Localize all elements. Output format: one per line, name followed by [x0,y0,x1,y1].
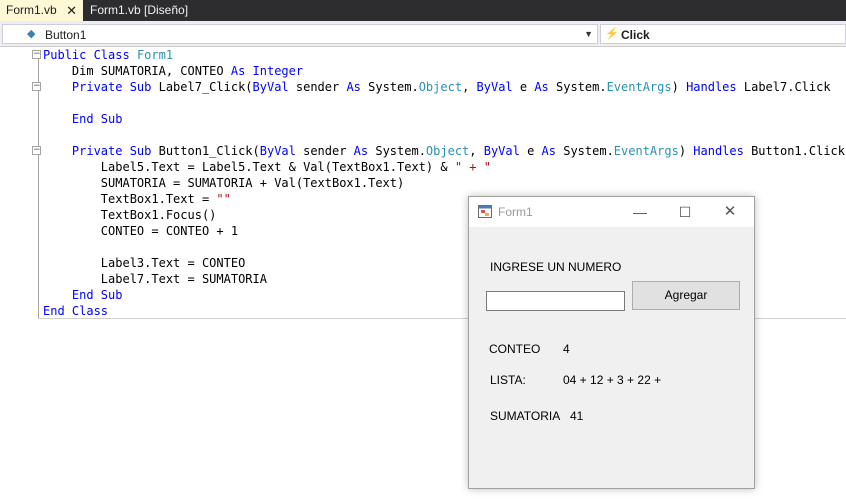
outline-line [38,55,39,319]
code-line-15: Label7.Text = SUMATORIA [43,272,267,286]
object-dropdown-value: Button1 [45,28,87,42]
code-line-16: End Sub [43,288,123,302]
form1-window: Form1 — ☐ ✕ INGRESE UN NUMERO Agregar CO… [468,196,755,489]
code-line-9: SUMATORIA = SUMATORIA + Val(TextBox1.Tex… [43,176,405,190]
event-dropdown[interactable]: ⚡ Click [600,24,846,44]
close-tab-icon[interactable]: ✕ [66,0,77,21]
code-line-3: Private Sub Label7_Click(ByVal sender As… [43,80,831,94]
collapse-class-icon[interactable]: − [32,50,41,59]
close-window-icon[interactable]: ✕ [715,201,745,223]
lightning-icon: ⚡ [605,28,619,40]
number-input[interactable] [486,291,625,311]
code-line-10: TextBox1.Text = "" [43,192,231,206]
conteo-label: CONTEO [489,342,541,356]
tab-form1-vb[interactable]: Form1.vb ✕ [0,0,83,21]
prompt-label: INGRESE UN NUMERO [490,260,622,274]
object-dropdown[interactable]: ◆ Button1 ▼ [2,24,598,44]
code-navigation-bar: ◆ Button1 ▼ ⚡ Click [0,21,846,47]
code-line-7: Private Sub Button1_Click(ByVal sender A… [43,144,846,158]
tab-label: Form1.vb [Diseño] [90,3,189,17]
code-line-5: End Sub [43,112,123,126]
tab-label: Form1.vb [6,3,57,17]
collapse-sub-icon[interactable]: − [32,146,41,155]
sumatoria-label: SUMATORIA [490,409,561,423]
control-icon: ◆ [27,28,36,40]
form-titlebar[interactable]: Form1 — ☐ ✕ [469,197,754,227]
chevron-down-icon[interactable]: ▼ [584,25,593,43]
document-tab-strip: Form1.vb ✕ Form1.vb [Diseño] [0,0,846,21]
code-line-11: TextBox1.Focus() [43,208,217,222]
agregar-button[interactable]: Agregar [632,281,740,310]
code-line-8: Label5.Text = Label5.Text & Val(TextBox1… [43,160,491,174]
collapse-sub-icon[interactable]: − [32,82,41,91]
code-line-12: CONTEO = CONTEO + 1 [43,224,239,238]
code-line-2: Dim SUMATORIA, CONTEO As Integer [43,64,304,78]
lista-value: 04 + 12 + 3 + 22 + [563,373,662,387]
code-line-14: Label3.Text = CONTEO [43,256,246,270]
form-app-icon [478,205,492,218]
minimize-icon[interactable]: — [625,201,655,223]
tab-form1-design[interactable]: Form1.vb [Diseño] [84,0,194,21]
lista-label: LISTA: [490,373,526,387]
maximize-icon[interactable]: ☐ [670,201,700,223]
code-line-17: End Class [43,304,109,318]
form-title: Form1 [498,205,533,219]
code-line-1: Public Class Form1 [43,48,174,62]
event-dropdown-value: Click [621,28,650,42]
sumatoria-value: 41 [570,409,584,423]
conteo-value: 4 [563,342,570,356]
